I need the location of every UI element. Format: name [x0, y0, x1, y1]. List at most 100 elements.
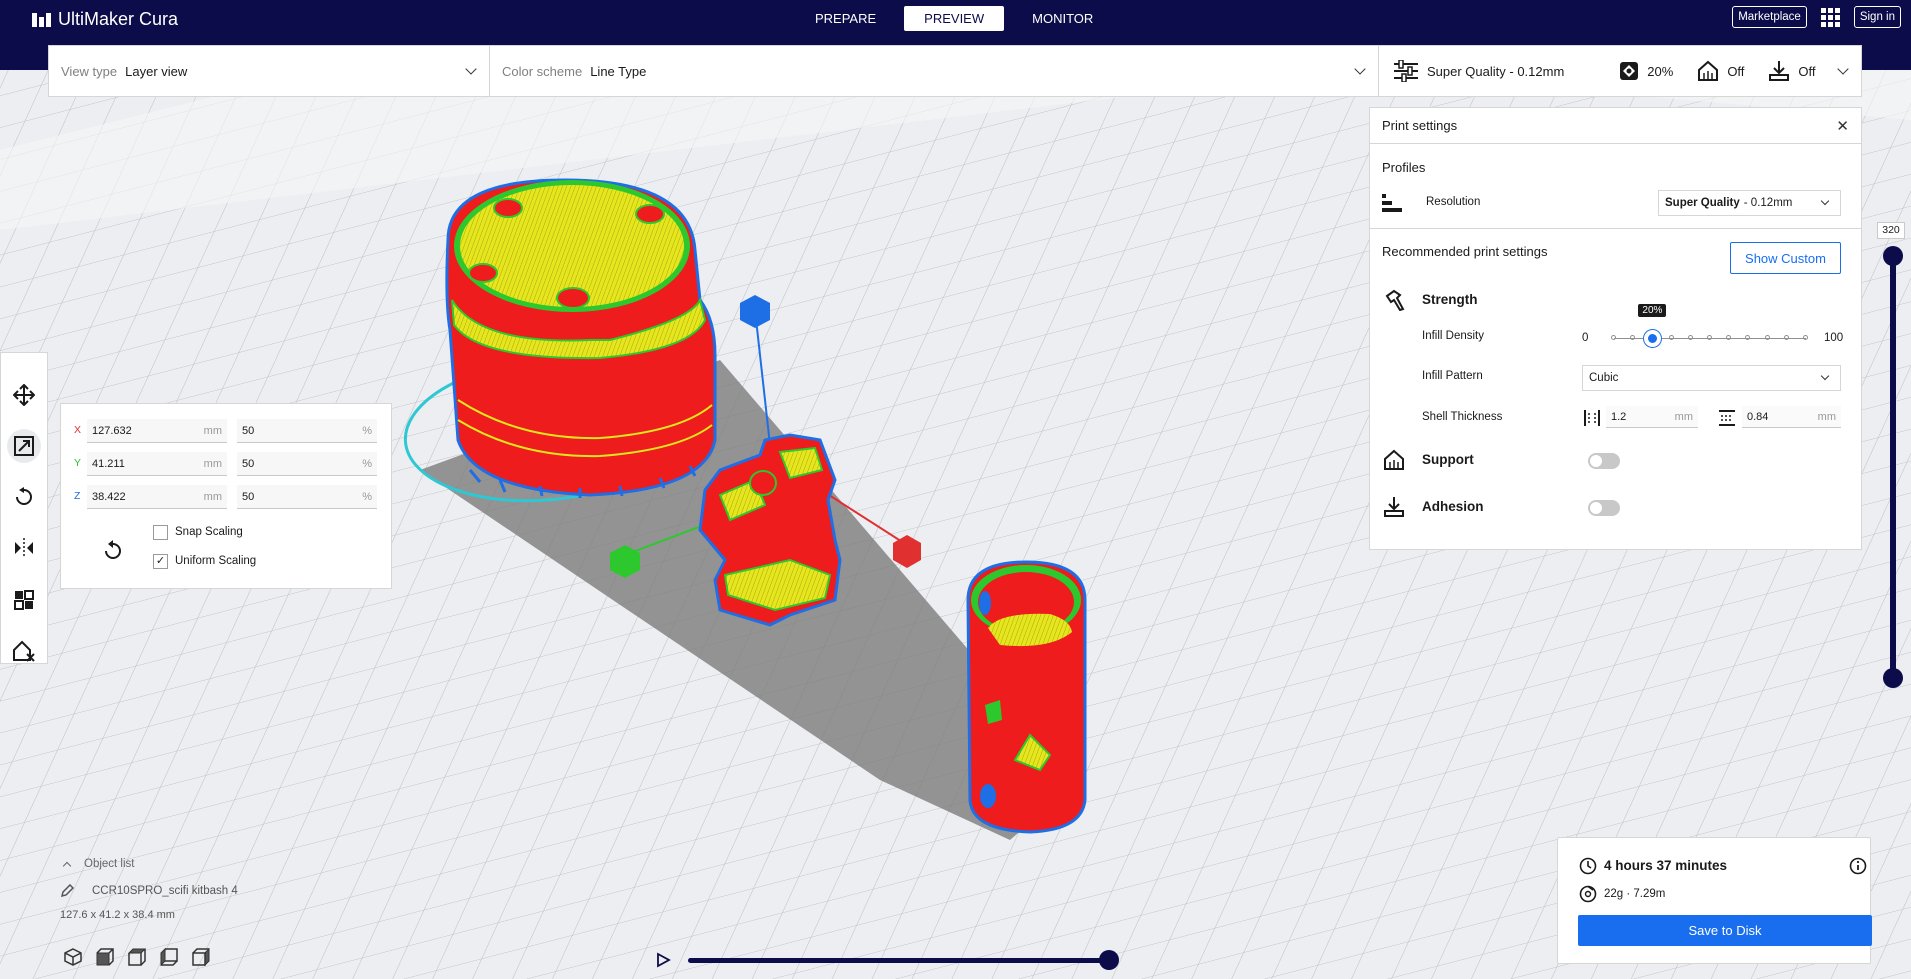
x-axis-label: X — [74, 424, 82, 436]
scale-y-mm-input[interactable]: 41.211 mm — [87, 452, 227, 476]
color-scheme-label: Color scheme — [502, 63, 583, 79]
save-to-disk-button[interactable]: Save to Disk — [1578, 915, 1872, 946]
chevron-up-icon — [62, 861, 72, 870]
reset-scale-icon[interactable] — [101, 538, 125, 562]
support-toggle[interactable] — [1588, 453, 1620, 469]
support-summary-text: Off — [1727, 63, 1745, 79]
sign-in-button[interactable]: Sign in — [1853, 6, 1901, 28]
view-type-label: View type — [61, 63, 118, 79]
object-name-row[interactable]: CCR10SPRO_scifi kitbash 4 — [60, 884, 238, 898]
view-options-bar: View type Layer view Color scheme Line T… — [48, 45, 1862, 97]
layer-slider-bottom-handle[interactable] — [1883, 668, 1903, 688]
scale-y-percent-value: 50 — [242, 457, 255, 470]
rotate-icon — [16, 487, 32, 505]
support-icon — [1384, 449, 1404, 470]
scale-z-percent-input[interactable]: 50 % — [237, 485, 377, 509]
scale-z-mm-input[interactable]: 38.422 mm — [87, 485, 227, 509]
object-dimensions: 127.6 x 41.2 x 38.4 mm — [60, 909, 175, 921]
adhesion-toggle[interactable] — [1588, 500, 1620, 516]
scale-y-percent-input[interactable]: 50 % — [237, 452, 377, 476]
top-bottom-thickness-icon — [1719, 410, 1735, 426]
resolution-layer-height: - 0.12mm — [1743, 197, 1793, 209]
scale-tool-button[interactable] — [7, 429, 41, 463]
profile-summary-text: Super Quality - 0.12mm — [1427, 63, 1565, 79]
marketplace-button[interactable]: Marketplace — [1732, 6, 1807, 28]
shell-thickness-label: Shell Thickness — [1422, 411, 1503, 423]
move-icon — [13, 384, 35, 406]
layer-slider-top-handle[interactable] — [1883, 246, 1903, 266]
per-model-settings-icon — [14, 590, 34, 610]
view-front-button[interactable] — [94, 946, 116, 968]
object-list-toggle[interactable]: Object list — [60, 858, 135, 870]
info-icon[interactable] — [1849, 857, 1867, 875]
print-estimate-panel: 4 hours 37 minutes 22g · 7.29m Save to D… — [1557, 837, 1872, 964]
infill-max-label: 100 — [1824, 332, 1844, 344]
path-slider-handle[interactable] — [1099, 950, 1119, 970]
scale-x-mm-value: 127.632 — [92, 424, 132, 437]
move-tool-button[interactable] — [7, 378, 41, 412]
resolution-label: Resolution — [1426, 196, 1481, 208]
tab-monitor[interactable]: MONITOR — [1012, 6, 1113, 31]
infill-pattern-value: Cubic — [1589, 372, 1619, 384]
spool-icon — [1579, 885, 1597, 903]
infill-pattern-select[interactable]: Cubic — [1582, 365, 1841, 391]
ultimaker-logo-icon — [32, 12, 51, 27]
per-model-settings-button[interactable] — [7, 583, 41, 617]
view-right-button[interactable] — [190, 946, 212, 968]
left-toolbar — [0, 352, 48, 664]
close-icon[interactable]: ✕ — [1836, 117, 1849, 135]
infill-value-tooltip: 20% — [1638, 304, 1667, 317]
unit-label: mm — [203, 490, 222, 503]
support-heading: Support — [1422, 452, 1474, 467]
infill-pattern-label: Infill Pattern — [1422, 370, 1483, 382]
color-scheme-select[interactable]: Color scheme Line Type — [490, 46, 1379, 96]
layer-slider-track[interactable] — [1890, 256, 1896, 677]
strength-heading: Strength — [1422, 292, 1478, 307]
snap-scaling-checkbox[interactable] — [153, 525, 168, 540]
support-icon — [1698, 60, 1719, 81]
adhesion-summary-text: Off — [1798, 63, 1816, 79]
uniform-scaling-checkbox[interactable]: ✓ — [153, 554, 168, 569]
hammer-icon — [1385, 289, 1405, 311]
mirror-tool-button[interactable] — [7, 531, 41, 565]
view-type-value: Layer view — [125, 63, 188, 79]
print-setup-summary[interactable]: Super Quality - 0.12mm 20% Off Off — [1379, 46, 1861, 96]
top-bottom-thickness-input[interactable]: 0.84 mm — [1742, 406, 1841, 428]
cube-left-icon — [160, 947, 178, 967]
chevron-down-icon — [465, 63, 477, 75]
scale-x-percent-input[interactable]: 50 % — [237, 419, 377, 443]
tab-preview[interactable]: PREVIEW — [904, 6, 1005, 31]
path-slider-track[interactable] — [688, 958, 1110, 963]
infill-density-slider[interactable]: 20% — [1578, 304, 1818, 347]
scale-x-mm-input[interactable]: 127.632 mm — [87, 419, 227, 443]
view-top-button[interactable] — [126, 946, 148, 968]
stage-tabs: PREPARE PREVIEW MONITOR — [795, 6, 1113, 31]
infill-slider-handle[interactable] — [1644, 330, 1662, 347]
unit-label: mm — [1674, 410, 1693, 423]
wall-thickness-input[interactable]: 1.2 mm — [1606, 406, 1698, 428]
chevron-down-icon — [1820, 196, 1830, 206]
view-3d-button[interactable] — [62, 946, 84, 968]
scale-x-percent-value: 50 — [242, 424, 255, 437]
tab-prepare[interactable]: PREPARE — [795, 6, 896, 31]
show-custom-button[interactable]: Show Custom — [1730, 242, 1841, 274]
rotate-tool-button[interactable] — [7, 480, 41, 514]
play-icon[interactable] — [655, 952, 671, 968]
max-layer-label[interactable]: 320 — [1877, 222, 1905, 239]
scale-z-percent-value: 50 — [242, 490, 255, 503]
view-left-button[interactable] — [158, 946, 180, 968]
uniform-scaling-label: Uniform Scaling — [175, 555, 257, 567]
print-settings-title: Print settings — [1382, 118, 1458, 133]
unit-label: mm — [203, 424, 222, 437]
view-type-select[interactable]: View type Layer view — [49, 46, 490, 96]
app-name: UltiMaker Cura — [58, 9, 179, 29]
support-blocker-button[interactable] — [7, 634, 41, 668]
wall-thickness-value: 1.2 — [1611, 410, 1627, 423]
wall-thickness-icon — [1584, 410, 1600, 426]
resolution-select[interactable]: Super Quality - 0.12mm — [1658, 190, 1841, 216]
apps-grid-icon[interactable] — [1820, 7, 1840, 27]
object-name: CCR10SPRO_scifi kitbash 4 — [92, 885, 238, 897]
cube-3d-icon — [64, 948, 82, 966]
clock-icon — [1579, 857, 1597, 875]
adhesion-icon — [1384, 497, 1404, 517]
